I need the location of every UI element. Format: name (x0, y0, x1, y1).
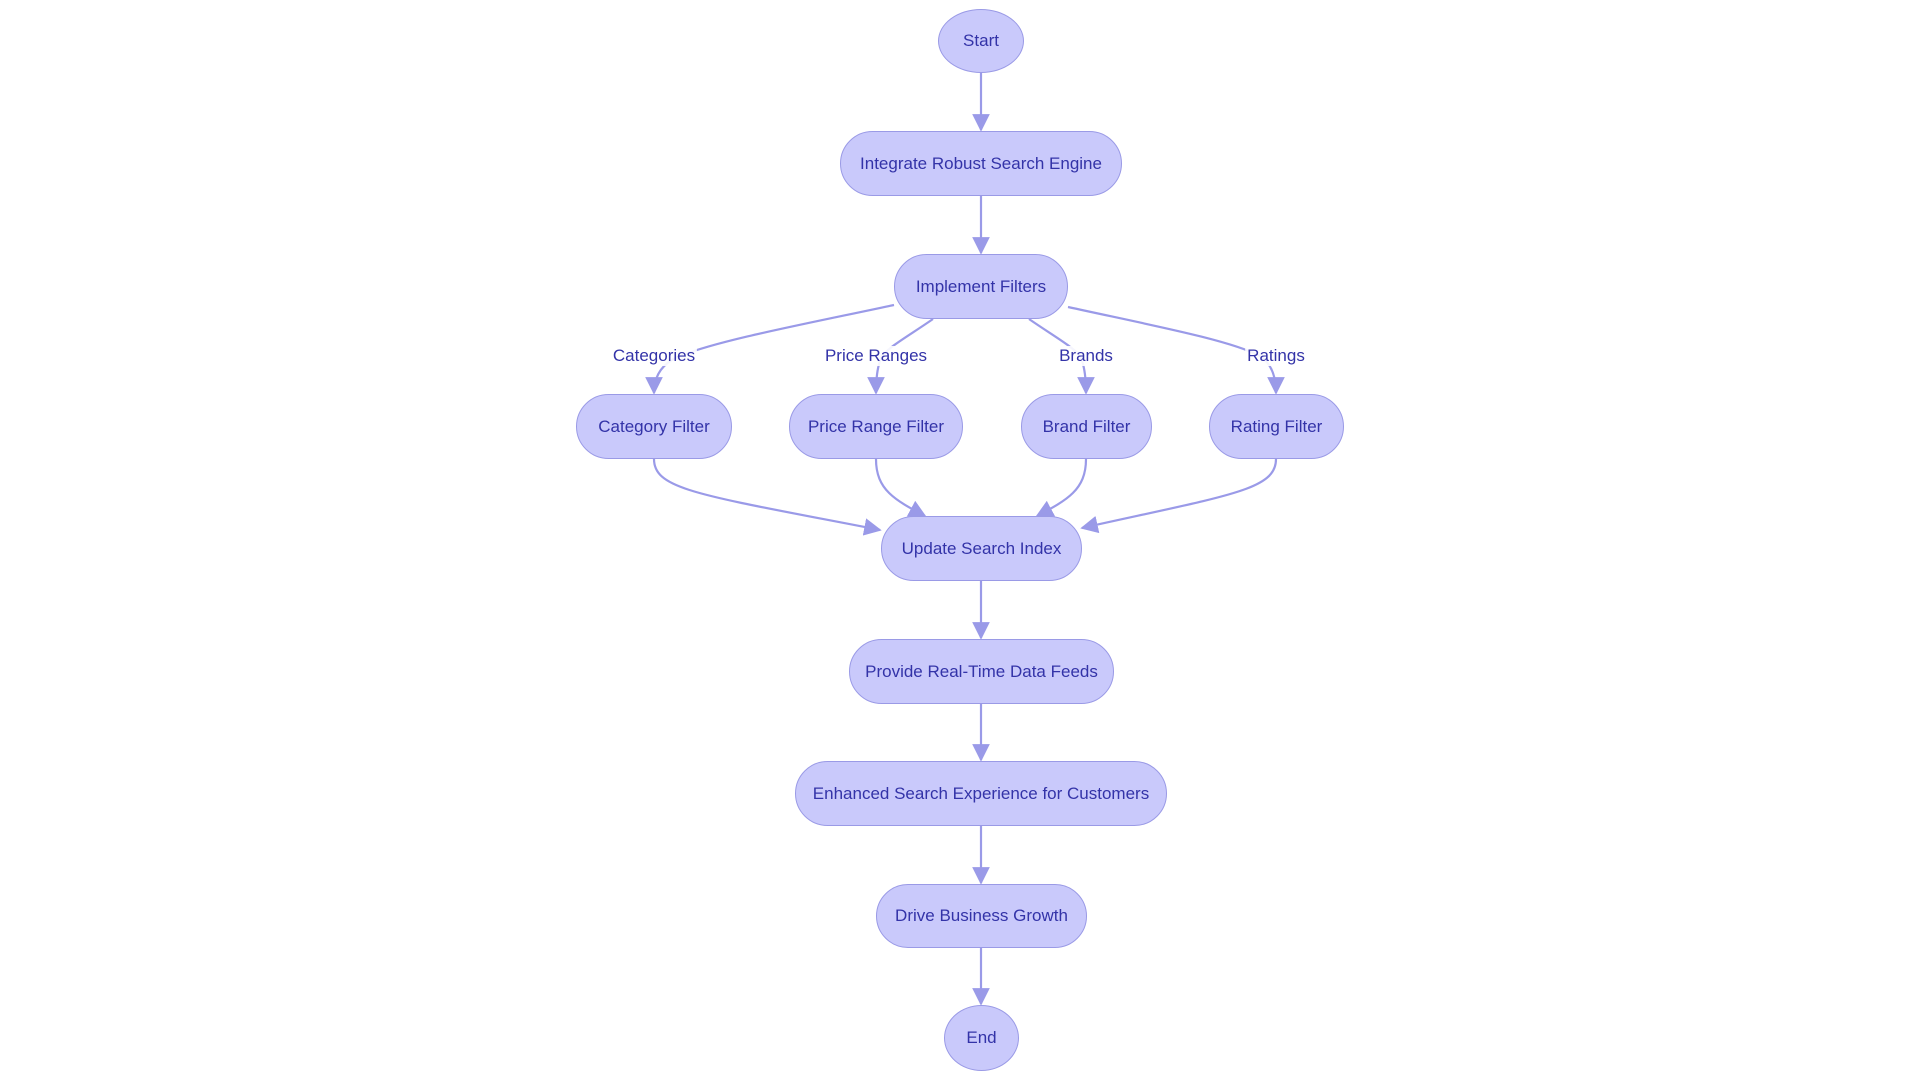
node-end: End (944, 1005, 1019, 1071)
node-integrate-search-engine: Integrate Robust Search Engine (840, 131, 1122, 196)
edge-rating-update (1080, 458, 1278, 534)
edge-label-categories: Categories (610, 346, 698, 366)
edge-label-brands: Brands (1057, 346, 1115, 366)
node-category-filter: Category Filter (576, 394, 732, 459)
edge-category-update (652, 458, 882, 536)
node-provide-data-feeds: Provide Real-Time Data Feeds (849, 639, 1114, 704)
node-implement-filters: Implement Filters (894, 254, 1068, 319)
node-drive-business-growth: Drive Business Growth (876, 884, 1087, 948)
node-enhanced-search-experience: Enhanced Search Experience for Customers (795, 761, 1167, 826)
node-rating-filter: Rating Filter (1209, 394, 1344, 459)
node-start: Start (938, 9, 1024, 73)
edge-label-ratings: Ratings (1245, 346, 1307, 366)
edge-price-update (874, 458, 927, 517)
node-price-range-filter: Price Range Filter (789, 394, 963, 459)
node-brand-filter: Brand Filter (1021, 394, 1152, 459)
edge-label-price-ranges: Price Ranges (822, 346, 930, 366)
edge-brand-update (1035, 458, 1088, 517)
node-update-search-index: Update Search Index (881, 516, 1082, 581)
